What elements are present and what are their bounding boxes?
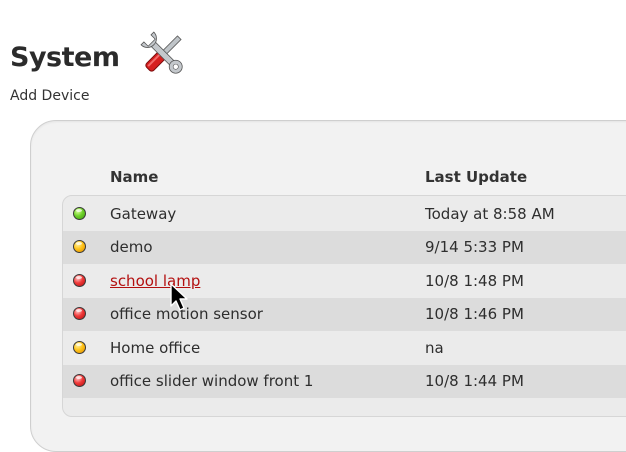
page-title: System (10, 42, 120, 73)
arrow-pointer-icon (170, 283, 188, 311)
device-last-update: Today at 8:58 AM (425, 205, 555, 223)
device-last-update: 9/14 5:33 PM (425, 238, 524, 256)
status-green-icon (73, 207, 86, 220)
column-header-name[interactable]: Name (110, 168, 158, 186)
device-name-link[interactable]: office slider window front 1 (110, 372, 313, 390)
device-name-link[interactable]: Gateway (110, 205, 176, 223)
add-device-link[interactable]: Add Device (10, 88, 89, 104)
device-row[interactable]: school lamp 10/8 1:48 PM (63, 265, 626, 298)
device-name-link[interactable]: Home office (110, 339, 200, 357)
status-red-icon (73, 374, 86, 387)
status-yellow-icon (73, 341, 86, 354)
device-row[interactable]: Gateway Today at 8:58 AM (63, 198, 626, 231)
device-row[interactable]: Home office na (63, 332, 626, 365)
device-last-update: na (425, 339, 444, 357)
device-last-update: 10/8 1:48 PM (425, 272, 524, 290)
device-last-update: 10/8 1:46 PM (425, 305, 524, 323)
device-last-update: 10/8 1:44 PM (425, 372, 524, 390)
status-red-icon (73, 307, 86, 320)
tools-icon (140, 31, 183, 74)
status-yellow-icon (73, 240, 86, 253)
page-header: System Add Device (10, 10, 626, 125)
device-row[interactable]: demo 9/14 5:33 PM (63, 231, 626, 264)
device-row[interactable]: office slider window front 1 10/8 1:44 PM (63, 365, 626, 398)
status-red-icon (73, 274, 86, 287)
device-name-link[interactable]: demo (110, 238, 153, 256)
column-header-last-update[interactable]: Last Update (425, 168, 527, 186)
device-row[interactable]: office motion sensor 10/8 1:46 PM (63, 298, 626, 331)
